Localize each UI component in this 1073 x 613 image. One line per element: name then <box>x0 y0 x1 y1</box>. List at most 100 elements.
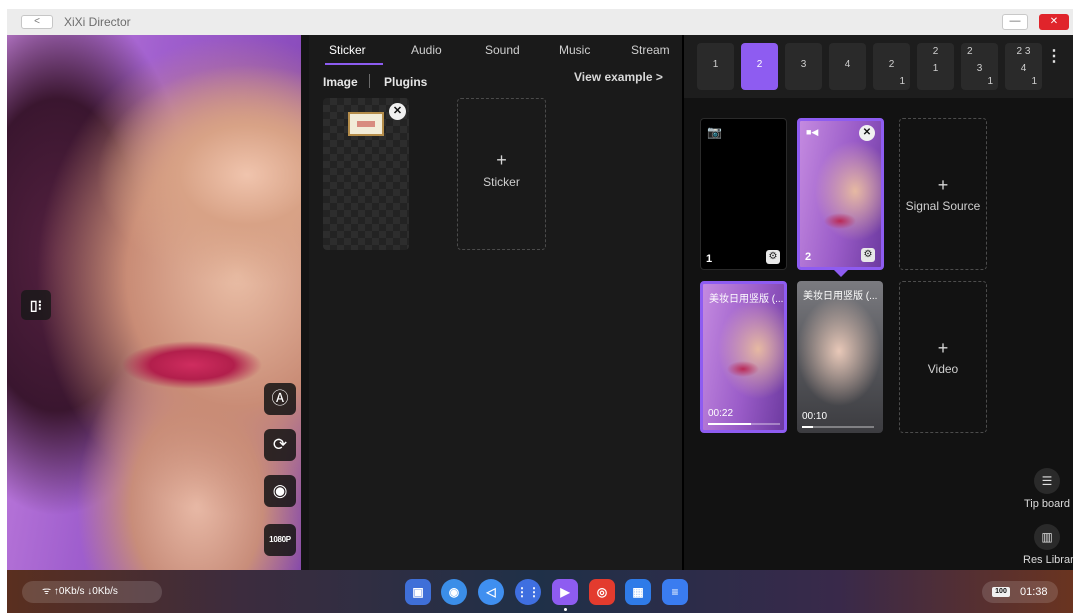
scene-label: 1 <box>712 59 719 70</box>
close-icon: ✕ <box>392 105 403 117</box>
screen-capture-icon[interactable]: ▣ <box>405 579 431 605</box>
video-progress-track <box>708 423 780 425</box>
remove-source-button[interactable]: ✕ <box>859 125 875 141</box>
network-status: ᯤ ↑0Kb/s ↓0Kb/s <box>22 581 162 603</box>
sticker-thumbnail <box>348 112 384 136</box>
dock-glyph: ◉ <box>448 585 460 599</box>
scene-button-6[interactable]: 2 1 <box>917 43 954 90</box>
live-preview[interactable]: ▯⁝ Ⓐ ⟳ ◉ 1080P <box>7 35 309 570</box>
calculator-icon[interactable]: ▦ <box>625 579 651 605</box>
app-grid-icon[interactable]: ⋮⋮ <box>515 579 541 605</box>
view-example-link[interactable]: View example > <box>574 70 663 84</box>
video-duration: 00:22 <box>708 408 734 419</box>
scene-button-7[interactable]: 2 3 1 <box>961 43 998 90</box>
scene-button-3[interactable]: 3 <box>785 43 822 90</box>
sticker-item[interactable] <box>323 98 409 250</box>
preview-divider <box>301 35 309 570</box>
scene-button-5[interactable]: 2 1 <box>873 43 910 90</box>
plus-icon: + <box>937 175 949 195</box>
dock-glyph: ▶ <box>560 585 570 599</box>
title-bar: < XiXi Director — ✕ <box>7 9 1073 35</box>
assistive-icon[interactable]: ◉ <box>441 579 467 605</box>
back-button[interactable]: < <box>21 15 53 29</box>
camera-flip-icon: ⟳ <box>272 435 288 454</box>
app-window: < XiXi Director — ✕ ▯⁝ Ⓐ ⟳ ◉ 1080P Stick… <box>7 9 1073 613</box>
beauty-button[interactable]: Ⓐ <box>264 383 296 415</box>
selection-pointer <box>834 270 848 277</box>
subtab-divider <box>369 74 370 88</box>
tab-music[interactable]: Music <box>559 43 590 57</box>
scene-label: 4 <box>1020 63 1027 74</box>
camera-source-card[interactable]: 📷 1 ⚙ <box>700 118 787 270</box>
add-video-label: Video <box>927 362 959 376</box>
res-library-label: Res Library <box>1023 554 1073 566</box>
notes-icon[interactable]: ≡ <box>662 579 688 605</box>
video-title: 美妆日用竖版 (... <box>709 294 784 305</box>
res-library-button[interactable]: ▥ Res Library <box>1023 524 1073 566</box>
scene-top-label: 2 3 <box>1016 46 1031 57</box>
add-sticker-label: Sticker <box>483 175 520 189</box>
tip-board-button[interactable]: ☰ Tip board <box>1023 468 1071 510</box>
back-nav-icon[interactable]: ◁ <box>478 579 504 605</box>
add-sticker-button[interactable]: + Sticker <box>457 98 546 250</box>
plus-icon: + <box>496 150 507 170</box>
minimize-button[interactable]: — <box>1002 14 1028 30</box>
video-card[interactable]: 美妆日用竖版 (... 00:10 <box>797 281 883 433</box>
add-signal-source-button[interactable]: + Signal Source <box>899 118 987 270</box>
window-title: XiXi Director <box>64 15 131 29</box>
scene-strip: 1 2 3 4 2 1 2 1 2 3 1 2 3 4 1 ⋮ <box>684 35 1073 98</box>
subtab-image[interactable]: Image <box>323 75 358 89</box>
resolution-icon: 1080P <box>269 535 291 544</box>
battery-icon: 100 <box>992 587 1010 597</box>
sources-panel: 1 2 3 4 2 1 2 1 2 3 1 2 3 4 1 ⋮ 📷 1 ⚙ ■◀… <box>684 35 1073 570</box>
record-button[interactable]: ◉ <box>264 475 296 507</box>
list-icon: ☰ <box>1034 468 1060 494</box>
close-button[interactable]: ✕ <box>1039 14 1069 30</box>
scene-sub-label: 1 <box>1031 76 1037 87</box>
add-video-button[interactable]: + Video <box>899 281 987 433</box>
tab-sticker[interactable]: Sticker <box>329 43 366 57</box>
remove-sticker-button[interactable]: ✕ <box>389 103 406 120</box>
dock-glyph: ◎ <box>596 585 608 599</box>
tab-stream[interactable]: Stream <box>631 43 670 57</box>
status-tray[interactable]: 100 01:38 <box>982 581 1058 603</box>
scene-button-8[interactable]: 2 3 4 1 <box>1005 43 1042 90</box>
more-vertical-icon: ⋮ <box>1046 48 1062 65</box>
running-indicator <box>564 608 567 611</box>
back-icon: < <box>34 16 40 27</box>
scene-button-2[interactable]: 2 <box>741 43 778 90</box>
video-progress-track <box>802 426 874 428</box>
camera-flip-button[interactable]: ⟳ <box>264 429 296 461</box>
video-source-card[interactable]: ■◀ ✕ 2 ⚙ <box>797 118 884 270</box>
scene-button-1[interactable]: 1 <box>697 43 734 90</box>
settings-gear-icon[interactable]: ⚙ <box>861 248 875 262</box>
video-duration: 00:10 <box>802 411 828 422</box>
scene-label: 1 <box>932 63 939 74</box>
record-icon: ◉ <box>272 481 288 500</box>
camera-icon: 📷 <box>707 125 722 139</box>
wifi-icon: ᯤ <box>42 586 52 597</box>
video-progress-fill <box>802 426 813 428</box>
layout-toggle-button[interactable]: ▯⁝ <box>21 290 51 320</box>
subtab-plugins[interactable]: Plugins <box>384 75 427 89</box>
more-options-button[interactable]: ⋮ <box>1046 49 1062 79</box>
beauty-icon: Ⓐ <box>271 389 289 408</box>
dock-glyph: ◁ <box>486 585 496 599</box>
video-camera-icon: ■◀ <box>806 127 819 137</box>
resolution-button[interactable]: 1080P <box>264 524 296 556</box>
tab-sound[interactable]: Sound <box>485 43 520 57</box>
tab-audio[interactable]: Audio <box>411 43 442 57</box>
scene-label: 4 <box>844 59 851 70</box>
video-progress-fill <box>708 423 752 425</box>
source-number: 2 <box>805 251 812 263</box>
tip-board-label: Tip board <box>1023 498 1071 510</box>
layout-toggle-icon: ▯⁝ <box>29 297 43 313</box>
video-card[interactable]: 美妆日用竖版 (... 00:22 <box>700 281 787 433</box>
dock-glyph: ≡ <box>671 585 679 599</box>
settings-gear-icon[interactable]: ⚙ <box>766 250 780 264</box>
active-tab-indicator <box>325 63 383 65</box>
chrome-icon[interactable]: ◎ <box>589 579 615 605</box>
scene-button-4[interactable]: 4 <box>829 43 866 90</box>
director-app-icon[interactable]: ▶ <box>552 579 578 605</box>
add-signal-source-label: Signal Source <box>905 199 981 213</box>
